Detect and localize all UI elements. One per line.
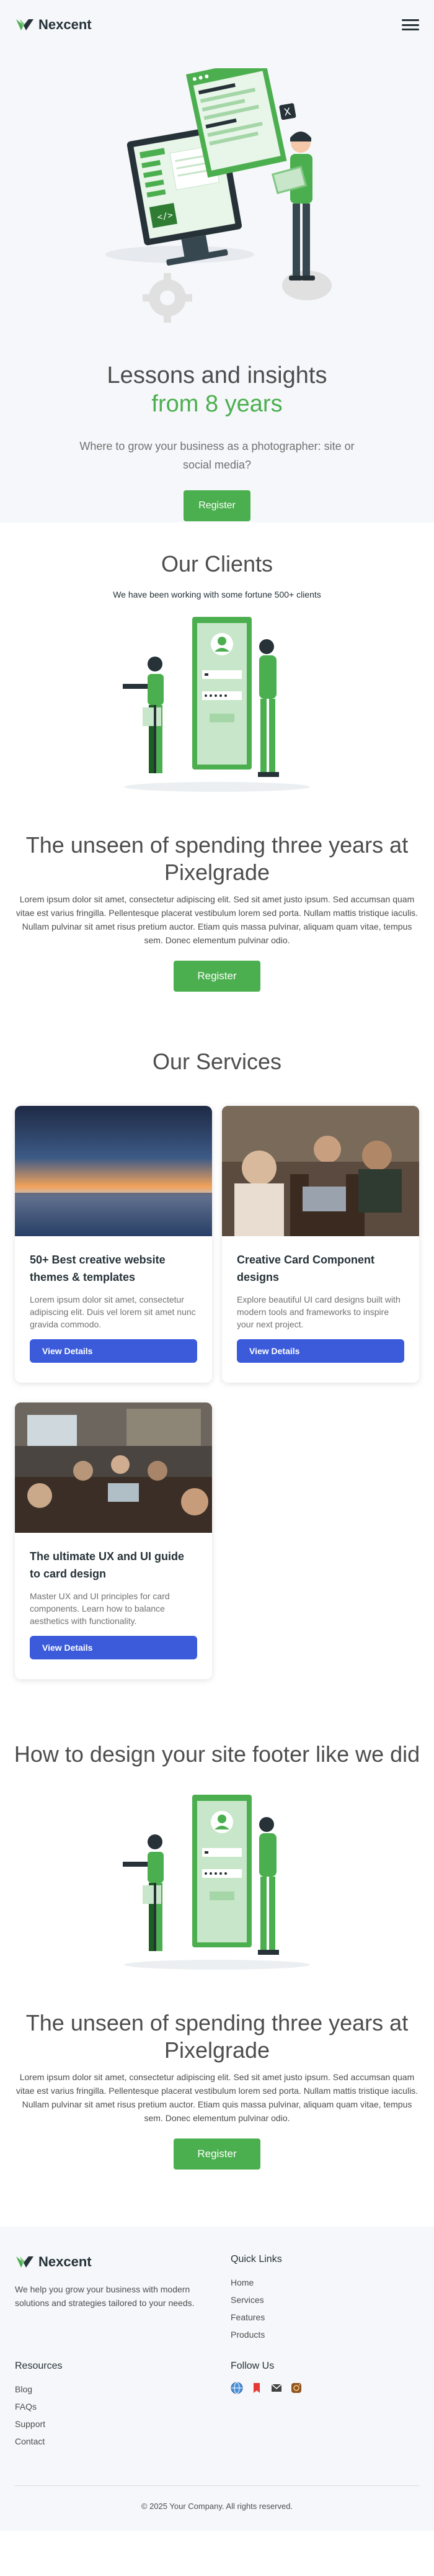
unseen-title: The unseen of spending three years at Pi… xyxy=(25,2010,409,2063)
services-section: Our Services 50+ Best creative website t… xyxy=(0,992,434,1679)
unseen-text: Lorem ipsum dolor sit amet, consectetur … xyxy=(16,894,418,945)
footer-brand-column: Nexcent We help you grow your business w… xyxy=(15,2254,231,2343)
brand-name: Nexcent xyxy=(38,17,92,32)
footer-brand-name: Nexcent xyxy=(38,2254,92,2269)
footer-link-home[interactable]: Home xyxy=(231,2274,404,2291)
card-title: Creative Card Component designs xyxy=(237,1254,375,1283)
card-image-meeting xyxy=(15,1402,212,1533)
footer-link-services[interactable]: Services xyxy=(231,2291,404,2309)
mail-icon[interactable] xyxy=(270,2382,283,2394)
copyright-text: © 2025 Your Company. All rights reserved… xyxy=(141,2502,293,2511)
footer-link-contact[interactable]: Contact xyxy=(15,2433,231,2450)
footer-design-section: How to design your site footer like we d… xyxy=(0,1679,434,2170)
clients-subtitle: We have been working with some fortune 5… xyxy=(113,590,321,599)
nexcent-logo-icon xyxy=(16,19,33,30)
follow-column: Follow Us xyxy=(231,2361,404,2450)
hero-title-accent: from 8 years xyxy=(151,391,283,417)
footer-link-faqs[interactable]: FAQs xyxy=(15,2398,231,2415)
hero-section: </> X Lessons and insights from 8 years … xyxy=(0,50,434,523)
instagram-icon[interactable] xyxy=(290,2382,303,2394)
quick-links-heading: Quick Links xyxy=(231,2254,282,2264)
clients-title: Our Clients xyxy=(161,551,273,577)
footer-link-products[interactable]: Products xyxy=(231,2326,404,2343)
nexcent-logo-icon xyxy=(16,2256,33,2268)
footer-link-features[interactable]: Features xyxy=(231,2309,404,2326)
footer-design-title: How to design your site footer like we d… xyxy=(14,1741,420,1767)
card-description: Lorem ipsum dolor sit amet, consectetur … xyxy=(30,1295,196,1329)
login-illustration xyxy=(123,1795,310,1970)
view-details-button[interactable]: View Details xyxy=(237,1339,404,1363)
clients-section: Our Clients We have been working with so… xyxy=(0,523,434,801)
login-illustration xyxy=(123,617,310,792)
logo[interactable]: Nexcent xyxy=(15,17,92,33)
unseen-register-button[interactable]: Register xyxy=(174,2138,260,2170)
unseen-text: Lorem ipsum dolor sit amet, consectetur … xyxy=(16,2072,418,2123)
service-card: 50+ Best creative website themes & templ… xyxy=(15,1106,212,1383)
service-card: Creative Card Component designs Explore … xyxy=(222,1106,419,1383)
hero-register-button[interactable]: Register xyxy=(184,490,250,521)
card-title: The ultimate UX and UI guide to card des… xyxy=(30,1550,185,1580)
footer-description: We help you grow your business with mode… xyxy=(15,2284,195,2308)
resources-heading: Resources xyxy=(15,2361,63,2371)
follow-heading: Follow Us xyxy=(231,2361,275,2371)
card-description: Master UX and UI principles for card com… xyxy=(30,1591,170,1626)
hamburger-menu-icon[interactable] xyxy=(402,17,419,32)
services-grid: 50+ Best creative website themes & templ… xyxy=(15,1106,419,1679)
card-image-team xyxy=(222,1106,419,1236)
hero-title: Lessons and insights xyxy=(107,362,327,388)
resources-column: Resources Blog FAQs Support Contact xyxy=(15,2361,231,2450)
social-icons xyxy=(231,2382,404,2394)
view-details-button[interactable]: View Details xyxy=(30,1636,197,1659)
bookmark-icon[interactable] xyxy=(250,2382,263,2394)
card-title: 50+ Best creative website themes & templ… xyxy=(30,1254,166,1283)
globe-icon[interactable] xyxy=(231,2382,243,2394)
quick-links-column: Quick Links Home Services Features Produ… xyxy=(231,2254,404,2343)
footer-link-support[interactable]: Support xyxy=(15,2415,231,2433)
site-footer: Nexcent We help you grow your business w… xyxy=(0,2227,434,2531)
unseen-section: The unseen of spending three years at Pi… xyxy=(0,832,434,992)
footer-link-blog[interactable]: Blog xyxy=(15,2381,231,2398)
hero-subtitle: Where to grow your business as a photogr… xyxy=(79,440,355,471)
card-image-sky xyxy=(15,1106,212,1236)
footer-logo[interactable]: Nexcent xyxy=(15,2254,231,2270)
footer-divider xyxy=(15,2485,419,2486)
hero-illustration: </> X xyxy=(105,68,332,323)
unseen-title: The unseen of spending three years at Pi… xyxy=(25,832,409,885)
navbar: Nexcent xyxy=(0,0,434,50)
view-details-button[interactable]: View Details xyxy=(30,1339,197,1363)
unseen-register-button[interactable]: Register xyxy=(174,961,260,992)
service-card: The ultimate UX and UI guide to card des… xyxy=(15,1402,212,1679)
unseen-section-2: The unseen of spending three years at Pi… xyxy=(0,2009,434,2170)
card-description: Explore beautiful UI card designs built … xyxy=(237,1295,401,1329)
services-title: Our Services xyxy=(152,1049,282,1074)
